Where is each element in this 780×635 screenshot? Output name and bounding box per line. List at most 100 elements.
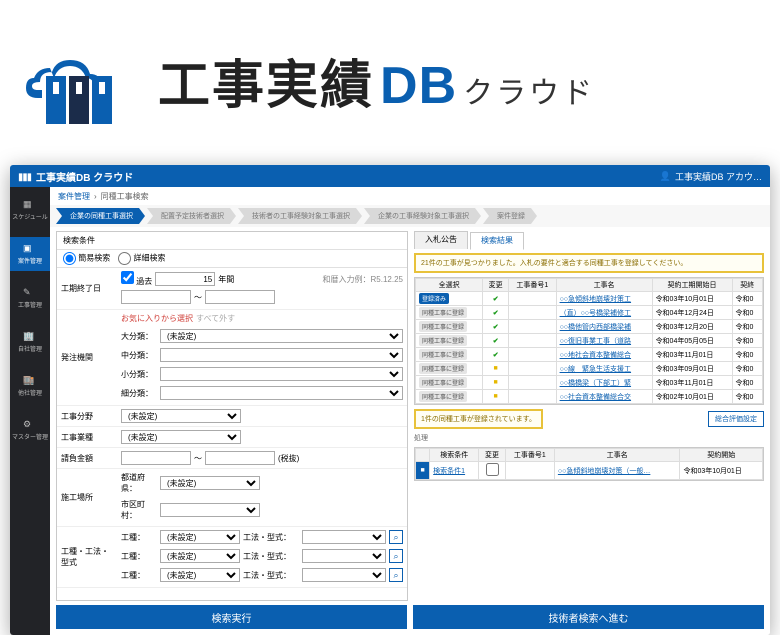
spec-label: 工種・工法・型式 — [57, 527, 117, 587]
project-link[interactable]: ○○復旧事業工事（道路 — [560, 338, 631, 345]
condition-link[interactable]: 検索条件1 — [433, 468, 465, 475]
sidebar-item-folder[interactable]: ▣案件管理 — [10, 237, 50, 271]
check-icon: ✔ — [493, 324, 499, 331]
amount-label: 請負金額 — [57, 448, 117, 468]
wizard-step-1[interactable]: 配置予定技術者選択 — [147, 208, 236, 224]
tech-search-next-button[interactable]: 技術者検索へ進む — [413, 605, 764, 629]
period-to[interactable] — [205, 290, 275, 304]
check-icon: ✔ — [493, 296, 499, 303]
search-conditions-panel: 検索条件 簡易検索 詳細検索 工期終了日 過去 年間 — [56, 231, 408, 601]
org-mid-select[interactable] — [160, 348, 403, 362]
app-icon — [18, 169, 32, 183]
register-button[interactable]: 同種工事に登録 — [419, 321, 467, 332]
period-past-check[interactable]: 過去 — [121, 271, 152, 287]
check-icon: ✔ — [493, 338, 499, 345]
mode-simple[interactable]: 簡易検索 — [63, 252, 110, 265]
breadcrumb-link[interactable]: 案件管理 — [58, 191, 90, 202]
results-grid: 全選択変更工事番号1工事名契約工期開始日契終登録済み✔○○急傾斜地崩壊対策工令和… — [414, 277, 764, 405]
spec-method3[interactable] — [302, 568, 386, 582]
spec-method1[interactable] — [302, 530, 386, 544]
search-execute-button[interactable]: 検索実行 — [56, 605, 407, 629]
project-link[interactable]: ○○急傾斜地崩壊対策工 — [560, 296, 631, 303]
table-row[interactable]: 同種工事に登録✔○○橋他管内西部橋梁補令和03年12月20日令和0 — [416, 320, 763, 334]
account-label[interactable]: 工事実績DB アカウ… — [675, 170, 762, 183]
project-link[interactable]: ○○線 緊急生活支援工 — [560, 366, 631, 373]
breadcrumb: 案件管理 › 同種工事検索 — [50, 187, 770, 205]
favorites-link[interactable]: お気に入りから選択 — [121, 313, 193, 324]
table-row[interactable]: ■検索条件1○○急傾斜地崩壊対策（一般…令和03年10月01日 — [416, 462, 763, 480]
calendar-icon: ▦ — [23, 199, 37, 213]
amount-from[interactable] — [121, 451, 191, 465]
delete-button[interactable]: ■ — [416, 462, 430, 480]
table-row[interactable]: 同種工事に登録✔○○復旧事業工事（道路令和04年05月05日令和0 — [416, 334, 763, 348]
sidebar-item-calendar[interactable]: ▦スケジュール — [10, 193, 50, 227]
spec-type3[interactable]: (未設定) — [160, 568, 240, 582]
mode-detail[interactable]: 詳細検索 — [118, 252, 165, 265]
spec-method2[interactable] — [302, 549, 386, 563]
register-button[interactable]: 同種工事に登録 — [419, 307, 467, 318]
project-link[interactable]: ○○社会資本整備総合交 — [560, 394, 631, 401]
change-check[interactable] — [486, 463, 499, 476]
project-link[interactable]: ○○橋橋梁（下部工）緊 — [560, 380, 631, 387]
registered-grid: 検索条件変更工事番号1工事名契約開始■検索条件1○○急傾斜地崩壊対策（一般…令和… — [414, 447, 764, 481]
breadcrumb-current: 同種工事検索 — [101, 191, 149, 202]
project-link[interactable]: ○○橋他管内西部橋梁補 — [560, 324, 631, 331]
org-detail-select[interactable] — [160, 386, 403, 400]
tab-search-results[interactable]: 検索結果 — [470, 232, 524, 250]
pref-select[interactable]: (未設定) — [160, 476, 260, 490]
wizard-step-2[interactable]: 技術者の工事経験対象工事選択 — [238, 208, 362, 224]
amount-to[interactable] — [205, 451, 275, 465]
flag-icon: ■ — [494, 365, 498, 372]
register-button[interactable]: 登録済み — [419, 293, 449, 304]
flag-icon: ■ — [494, 379, 498, 386]
sidebar-item-buildings[interactable]: 🏬他社管理 — [10, 369, 50, 403]
table-row[interactable]: 同種工事に登録■○○橋橋梁（下部工）緊令和03年11月01日令和0 — [416, 376, 763, 390]
period-from[interactable] — [121, 290, 191, 304]
table-row[interactable]: 同種工事に登録■○○線 緊急生活支援工令和03年09月01日令和0 — [416, 362, 763, 376]
register-button[interactable]: 同種工事に登録 — [419, 363, 467, 374]
city-select[interactable] — [160, 503, 260, 517]
org-small-select[interactable] — [160, 367, 403, 381]
pencil-icon: ✎ — [23, 287, 37, 301]
org-large-select[interactable]: (未設定) — [160, 329, 403, 343]
table-row[interactable]: 同種工事に登録✔（直）○○号橋梁補修工令和04年12月24日令和0 — [416, 306, 763, 320]
register-button[interactable]: 同種工事に登録 — [419, 391, 467, 402]
table-row[interactable]: 登録済み✔○○急傾斜地崩壊対策工令和03年10月01日令和0 — [416, 292, 763, 306]
tab-bid-notice[interactable]: 入札公告 — [414, 231, 468, 249]
search-icon[interactable]: ⌕ — [389, 549, 403, 563]
eval-settings-button[interactable]: 総合評価設定 — [708, 411, 764, 427]
wizard-step-3[interactable]: 企業の工事経験対象工事選択 — [364, 208, 481, 224]
user-icon[interactable]: 👤 — [660, 171, 671, 182]
project-link[interactable]: ○○地社会資本整備総合 — [560, 352, 631, 359]
logo-main-text: 工事実績 — [158, 43, 374, 118]
wizard-step-0[interactable]: 企業の同種工事選択 — [56, 208, 145, 224]
search-icon[interactable]: ⌕ — [389, 568, 403, 582]
register-button[interactable]: 同種工事に登録 — [419, 335, 467, 346]
table-row[interactable]: 同種工事に登録✔○○地社会資本整備総合令和03年11月01日令和0 — [416, 348, 763, 362]
cloud-binders-icon — [20, 30, 140, 130]
sidebar-item-gear[interactable]: ⚙マスター管理 — [10, 413, 50, 447]
building-icon: 🏢 — [23, 331, 37, 345]
register-button[interactable]: 同種工事に登録 — [419, 349, 467, 360]
wizard-step-4[interactable]: 案件登録 — [483, 208, 537, 224]
sidebar-item-pencil[interactable]: ✎工事管理 — [10, 281, 50, 315]
grid2-badge: 処理 — [414, 433, 764, 443]
search-icon[interactable]: ⌕ — [389, 530, 403, 544]
result-notice: 21件の工事が見つかりました。入札の要件と適合する同種工事を登録してください。 — [414, 253, 764, 273]
wareki-hint: 和暦入力例：R5.12.25 — [323, 274, 403, 285]
project-link[interactable]: ○○急傾斜地崩壊対策（一般… — [558, 468, 650, 475]
spec-type1[interactable]: (未設定) — [160, 530, 240, 544]
project-link[interactable]: （直）○○号橋梁補修工 — [560, 310, 631, 317]
period-years-input[interactable] — [155, 272, 215, 286]
sidebar-item-building[interactable]: 🏢自社管理 — [10, 325, 50, 359]
field-select[interactable]: (未設定) — [121, 409, 241, 423]
period-end-label: 工期終了日 — [57, 268, 117, 309]
spec-type2[interactable]: (未設定) — [160, 549, 240, 563]
sidebar: ▦スケジュール ▣案件管理 ✎工事管理 🏢自社管理 🏬他社管理 ⚙マスター管理 — [10, 187, 50, 635]
register-button[interactable]: 同種工事に登録 — [419, 377, 467, 388]
product-logo: 工事実績DB クラウド — [0, 0, 780, 140]
table-row[interactable]: 同種工事に登録■○○社会資本整備総合交令和02年10月01日令和0 — [416, 390, 763, 404]
clear-all-link[interactable]: すべて外す — [196, 313, 235, 324]
type-select[interactable]: (未設定) — [121, 430, 241, 444]
results-panel: 入札公告 検索結果 21件の工事が見つかりました。入札の要件と適合する同種工事を… — [414, 231, 764, 601]
